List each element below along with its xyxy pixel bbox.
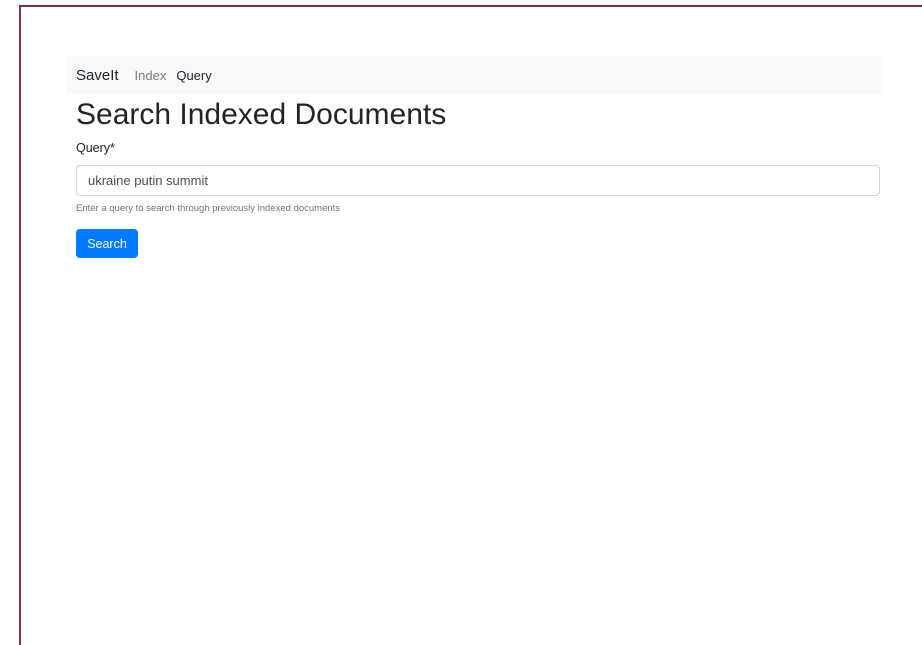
query-label: Query*: [76, 141, 115, 155]
nav-link-query[interactable]: Query: [176, 68, 211, 83]
query-help-text: Enter a query to search through previous…: [76, 203, 341, 214]
navbar-brand[interactable]: SaveIt: [76, 67, 119, 84]
navbar: SaveIt Index Query: [67, 56, 881, 94]
nav-link-index[interactable]: Index: [135, 68, 167, 83]
page-title: Search Indexed Documents: [76, 98, 447, 131]
query-input[interactable]: [76, 165, 880, 196]
search-button[interactable]: Search: [76, 229, 138, 258]
